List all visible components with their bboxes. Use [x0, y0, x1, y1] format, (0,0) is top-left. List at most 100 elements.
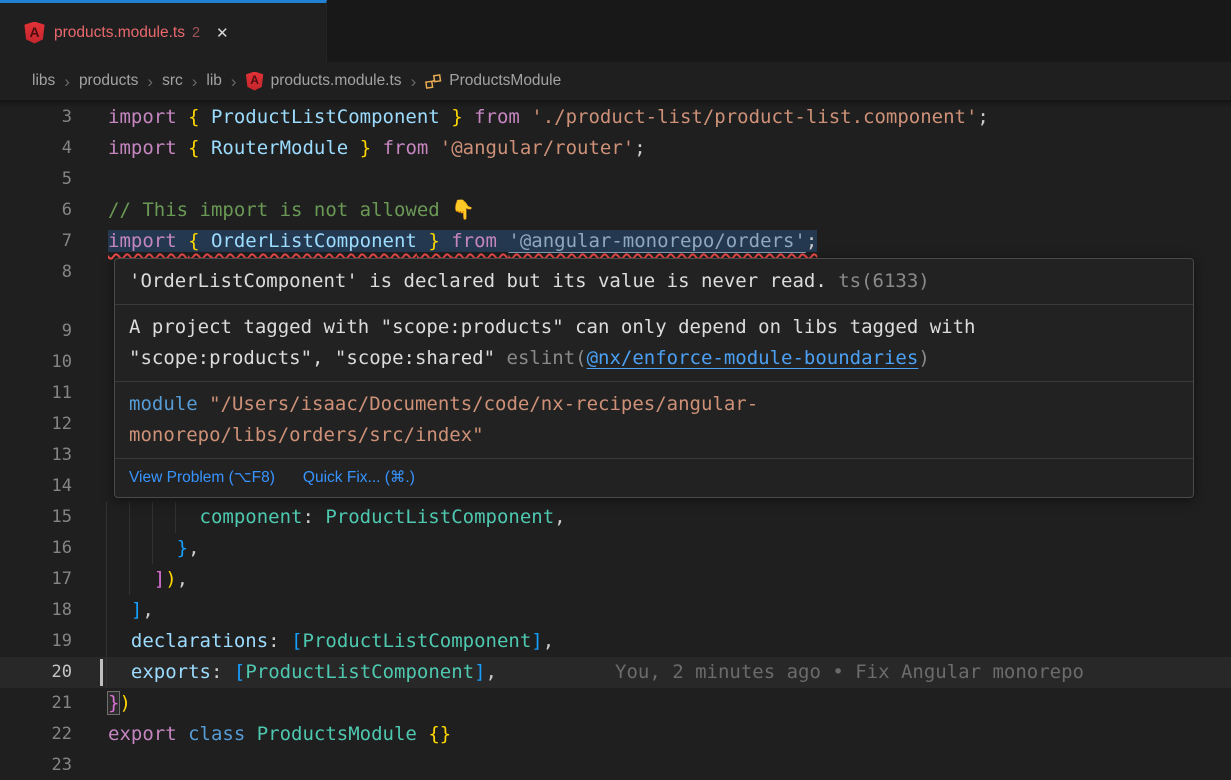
token: RouterModule: [211, 137, 348, 159]
token: {: [188, 137, 211, 159]
token: }: [440, 106, 474, 128]
code-text: ]),: [108, 564, 188, 595]
token: [108, 599, 131, 621]
breadcrumb-item-productsmodule[interactable]: ProductsModule: [425, 72, 561, 90]
indent-guide: [106, 502, 107, 533]
hover-section-0: 'OrderListComponent' is declared but its…: [115, 259, 1193, 305]
code-text: },: [108, 533, 200, 564]
breadcrumb-item-products-module-ts[interactable]: Aproducts.module.ts: [246, 72, 402, 91]
code-line-22[interactable]: 22export class ProductsModule {}: [0, 719, 1231, 750]
line-number: 5: [0, 164, 72, 195]
line-number: 23: [0, 750, 72, 780]
breadcrumb-label: products.module.ts: [271, 72, 402, 90]
token: ): [165, 568, 176, 590]
indent-guide: [106, 595, 107, 626]
code-line-4[interactable]: 4import { RouterModule } from '@angular/…: [0, 133, 1231, 164]
hover-text: 'OrderListComponent' is declared but its…: [129, 270, 827, 292]
line-number: 22: [0, 719, 72, 750]
module-specifier-link[interactable]: '@angular-monorepo/orders': [508, 230, 805, 252]
breadcrumb: libs›products›src›lib›Aproducts.module.t…: [0, 62, 1231, 100]
line-number: 10: [0, 347, 72, 378]
line-number: 20: [0, 657, 72, 688]
line-number: 8: [0, 257, 72, 288]
hover-text: "/Users/isaac/Documents/code/nx-recipes/…: [209, 393, 758, 415]
token: ]: [531, 630, 542, 652]
hover-text-line: A project tagged with "scope:products" c…: [129, 312, 1179, 343]
hover-text: "scope:products", "scope:shared": [129, 347, 507, 369]
code-line-23[interactable]: 23: [0, 750, 1231, 780]
hover-section-1: A project tagged with "scope:products" c…: [115, 305, 1193, 382]
line-number: 11: [0, 378, 72, 409]
code-text: import { ProductListComponent } from './…: [108, 102, 989, 133]
code-line-19[interactable]: 19 declarations: [ProductListComponent],: [0, 626, 1231, 657]
token: ,: [188, 537, 199, 559]
hover-text-line: 'OrderListComponent' is declared but its…: [129, 266, 1179, 297]
hover-text: ts(6133): [827, 270, 930, 292]
token: ,: [142, 599, 153, 621]
tab-products-module[interactable]: A products.module.ts 2 ✕: [0, 0, 327, 62]
error-hover-popup: 'OrderListComponent' is declared but its…: [114, 258, 1194, 498]
token: ,: [543, 630, 554, 652]
code-line-6[interactable]: 6// This import is not allowed 👇: [0, 195, 1231, 226]
token: ]: [154, 568, 165, 590]
token: ]: [131, 599, 142, 621]
code-line-21[interactable]: 21}): [0, 688, 1231, 719]
angular-file-icon: A: [246, 72, 264, 91]
chevron-right-icon: ›: [231, 73, 237, 90]
breadcrumb-item-lib[interactable]: lib: [206, 72, 222, 90]
token: 👇: [451, 199, 475, 221]
code-line-5[interactable]: 5: [0, 164, 1231, 195]
breadcrumb-label: src: [162, 72, 183, 90]
line-number: 15: [0, 502, 72, 533]
error-highlight-range: import { OrderListComponent } from '@ang…: [108, 230, 817, 252]
git-blame-annotation: You, 2 minutes ago • Fix Angular monorep…: [615, 657, 1084, 688]
indent-guide: [106, 533, 107, 564]
breadcrumb-item-src[interactable]: src: [162, 72, 183, 90]
token: [: [291, 630, 302, 652]
token: [108, 537, 177, 559]
indent-guide: [106, 626, 107, 657]
eslint-rule-link[interactable]: @nx/enforce-module-boundaries: [587, 347, 919, 369]
breadcrumb-label: libs: [32, 72, 55, 90]
token: ProductListComponent: [303, 630, 532, 652]
view-problem-button[interactable]: View Problem (⌥F8): [129, 466, 275, 490]
code-line-3[interactable]: 3import { ProductListComponent } from '.…: [0, 102, 1231, 133]
token: ;: [806, 230, 817, 252]
token: exports: [131, 661, 211, 683]
breadcrumb-item-libs[interactable]: libs: [32, 72, 55, 90]
token: [108, 568, 154, 590]
token: [108, 661, 131, 683]
code-line-17[interactable]: 17 ]),: [0, 564, 1231, 595]
breadcrumb-label: products: [79, 72, 138, 90]
line-number: 14: [0, 471, 72, 502]
token: }: [417, 230, 451, 252]
token: from: [383, 137, 440, 159]
breadcrumb-label: ProductsModule: [449, 72, 561, 90]
token: import: [108, 106, 188, 128]
code-line-16[interactable]: 16 },: [0, 533, 1231, 564]
hover-text-line: monorepo/libs/orders/src/index": [129, 420, 1179, 451]
line-number: 7: [0, 226, 72, 257]
hover-text: monorepo/libs/orders/src/index": [129, 424, 484, 446]
tab-title: products.module.ts: [54, 24, 185, 42]
code-line-20[interactable]: 20 exports: [ProductListComponent],You, …: [0, 657, 1231, 688]
token: ,: [486, 661, 497, 683]
token: ProductListComponent: [245, 661, 474, 683]
token: import: [108, 137, 188, 159]
code-line-7[interactable]: 7 import { OrderListComponent } from '@an…: [0, 226, 1231, 257]
code-line-15[interactable]: 15 component: ProductListComponent,: [0, 502, 1231, 533]
breadcrumb-item-products[interactable]: products: [79, 72, 138, 90]
code-text: ],: [108, 595, 154, 626]
chevron-right-icon: ›: [192, 73, 198, 90]
token: '@angular/router': [440, 137, 634, 159]
code-text: }): [108, 688, 131, 719]
quick-fix-button[interactable]: Quick Fix... (⌘.): [303, 466, 415, 490]
vscode-window: A products.module.ts 2 ✕ libs › products › s…: [0, 0, 1231, 780]
token: [: [234, 661, 245, 683]
hover-section-2: module "/Users/isaac/Documents/code/nx-r…: [115, 382, 1193, 459]
code-line-18[interactable]: 18 ],: [0, 595, 1231, 626]
tab-close-icon[interactable]: ✕: [216, 24, 229, 42]
chevron-right-icon: ›: [64, 73, 70, 90]
token: ): [119, 692, 130, 714]
code-text: component: ProductListComponent,: [108, 502, 566, 533]
